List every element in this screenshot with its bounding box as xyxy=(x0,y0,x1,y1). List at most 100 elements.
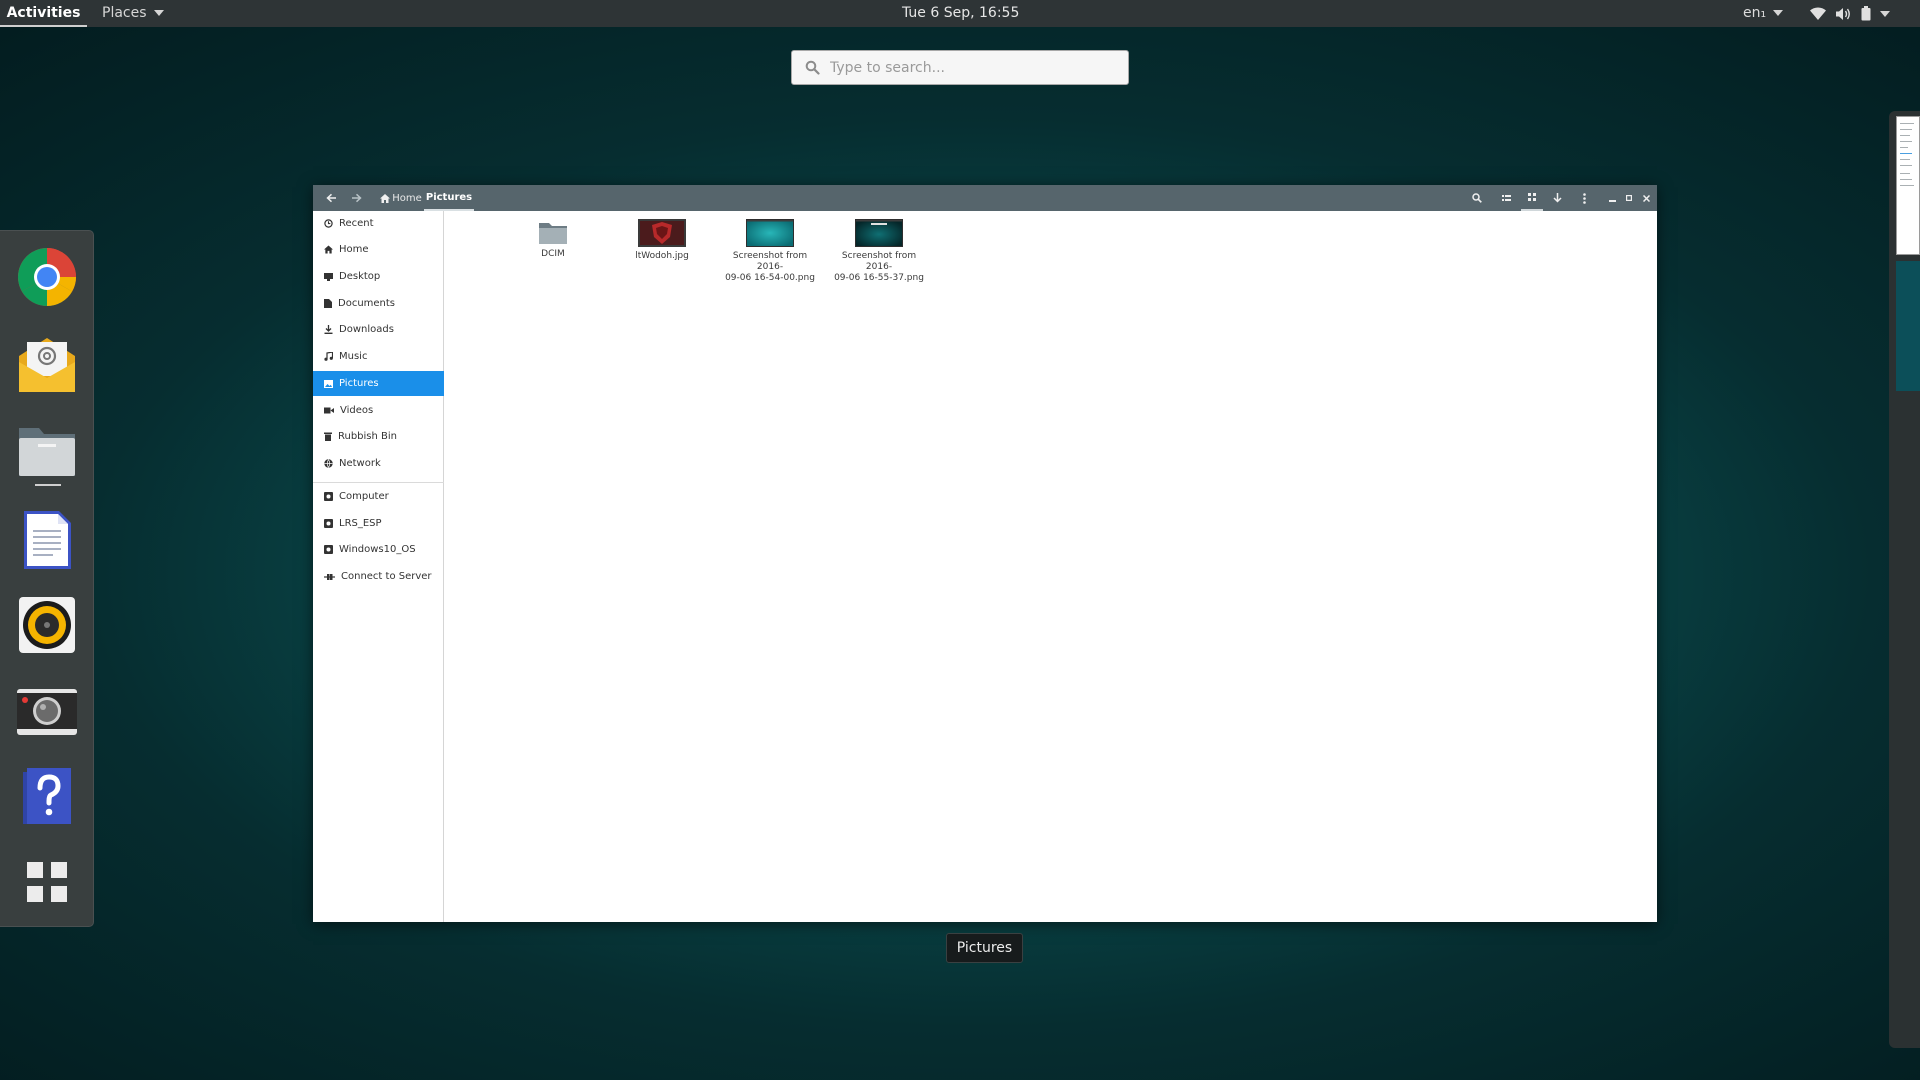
file-name-line1: Screenshot from 2016- xyxy=(732,251,808,272)
sort-button[interactable] xyxy=(1547,185,1567,211)
sidebar-item-rubbish-bin[interactable]: Rubbish Bin xyxy=(313,424,444,449)
app-grid-icon xyxy=(27,862,67,902)
places-sidebar: Recent Home Desktop Documents Downloads … xyxy=(313,211,444,922)
minimize-button[interactable] xyxy=(1605,185,1619,211)
system-tray[interactable] xyxy=(1810,0,1890,27)
picture-icon xyxy=(324,379,333,388)
sidebar-item-documents[interactable]: Documents xyxy=(313,291,444,316)
camera-icon xyxy=(17,689,77,735)
battery-icon xyxy=(1861,6,1871,21)
dash-app-writer[interactable] xyxy=(15,508,79,572)
file-item-screenshot-2[interactable]: Screenshot from 2016- 09-06 16-55-37.png xyxy=(829,219,929,284)
mail-icon xyxy=(19,338,75,392)
file-item-screenshot-1[interactable]: Screenshot from 2016- 09-06 16-54-00.png xyxy=(720,219,820,284)
download-icon xyxy=(324,325,333,334)
chevron-down-icon xyxy=(153,10,164,16)
file-name-line1: DCIM xyxy=(541,249,565,259)
maximize-button[interactable] xyxy=(1622,185,1636,211)
workspace-switcher xyxy=(1889,111,1920,1048)
files-icon xyxy=(19,428,75,476)
back-button[interactable] xyxy=(321,185,341,211)
sidebar-item-downloads[interactable]: Downloads xyxy=(313,317,444,342)
connect-server-icon xyxy=(324,573,335,580)
search-box[interactable] xyxy=(791,50,1129,85)
sidebar-item-music[interactable]: Music xyxy=(313,344,444,369)
arrow-right-icon xyxy=(351,193,362,203)
sidebar-item-pictures[interactable]: Pictures xyxy=(313,371,444,396)
file-item-dcim[interactable]: DCIM xyxy=(503,219,603,260)
chevron-down-icon xyxy=(1773,10,1784,16)
sidebar-item-label: Network xyxy=(339,458,381,469)
close-button[interactable] xyxy=(1639,185,1653,211)
sidebar-item-network[interactable]: Network xyxy=(313,451,444,476)
breadcrumb-home[interactable]: Home xyxy=(379,185,423,211)
search-icon xyxy=(805,60,820,75)
grid-view-icon xyxy=(1528,193,1536,201)
workspace-thumbnail-empty[interactable] xyxy=(1896,261,1920,391)
sidebar-item-label: Documents xyxy=(338,298,396,309)
music-player-icon xyxy=(19,597,75,653)
sidebar-item-recent[interactable]: Recent xyxy=(313,211,444,236)
menu-button[interactable] xyxy=(1577,185,1591,211)
dash-app-help[interactable] xyxy=(15,764,79,828)
drive-icon xyxy=(324,492,333,501)
volume-icon xyxy=(1836,7,1850,20)
file-name-line2: 09-06 16-54-00.png xyxy=(725,273,815,283)
sidebar-item-computer[interactable]: Computer xyxy=(313,484,444,509)
minimize-icon xyxy=(1608,199,1616,202)
dash-app-mail[interactable] xyxy=(15,332,79,396)
search-icon xyxy=(1472,193,1482,203)
breadcrumb-current[interactable]: Pictures xyxy=(424,185,474,211)
maximize-icon xyxy=(1626,195,1632,201)
list-view-button[interactable] xyxy=(1496,185,1516,211)
image-thumbnail-icon xyxy=(638,219,686,247)
sidebar-item-connect-to-server[interactable]: Connect to Server xyxy=(313,564,444,589)
search-input[interactable] xyxy=(830,55,1120,81)
forward-button[interactable] xyxy=(346,185,366,211)
file-manager-window[interactable]: Home Pictures Recent Home Desktop Docume… xyxy=(313,185,1657,922)
dash xyxy=(0,230,94,927)
language-indicator[interactable]: en₁ xyxy=(1743,0,1784,26)
sidebar-item-label: Desktop xyxy=(339,271,381,282)
breadcrumb-home-label: Home xyxy=(392,192,422,204)
clock[interactable]: Tue 6 Sep, 16:55 xyxy=(902,0,1019,26)
document-icon xyxy=(324,299,332,308)
arrow-left-icon xyxy=(325,193,336,203)
dash-app-files[interactable] xyxy=(15,418,79,482)
places-menu[interactable]: Places xyxy=(102,0,164,27)
wifi-icon xyxy=(1810,7,1826,20)
image-thumbnail-icon xyxy=(855,219,903,247)
sidebar-item-videos[interactable]: Videos xyxy=(313,398,444,423)
sidebar-item-label: Rubbish Bin xyxy=(338,431,398,442)
file-name-line1: Screenshot from 2016- xyxy=(841,251,917,272)
sidebar-separator xyxy=(313,482,444,483)
sidebar-item-home[interactable]: Home xyxy=(313,237,444,262)
sidebar-item-label: Music xyxy=(339,351,368,362)
file-item-ltwodoh[interactable]: ltWodoh.jpg xyxy=(612,219,712,262)
sidebar-item-label: Connect to Server xyxy=(341,571,432,582)
activities-button[interactable]: Activities xyxy=(0,0,87,27)
language-label: en₁ xyxy=(1743,5,1767,21)
sidebar-item-windows10-os[interactable]: Windows10_OS xyxy=(313,537,444,562)
workspace-thumbnail[interactable] xyxy=(1896,116,1920,255)
file-name-line1: ltWodoh.jpg xyxy=(635,251,689,261)
dash-app-chrome[interactable] xyxy=(15,245,79,309)
search-button[interactable] xyxy=(1467,185,1487,211)
sidebar-item-label: Recent xyxy=(339,218,374,229)
sidebar-item-label: Home xyxy=(339,244,369,255)
arrow-down-icon xyxy=(1552,193,1562,203)
network-icon xyxy=(324,459,333,468)
close-icon xyxy=(1642,194,1650,202)
video-camera-icon xyxy=(324,407,334,414)
dash-app-music[interactable] xyxy=(15,593,79,657)
drive-icon xyxy=(324,519,333,528)
header-bar: Home Pictures xyxy=(313,185,1657,211)
dash-app-camera[interactable] xyxy=(15,679,79,743)
show-applications-button[interactable] xyxy=(15,850,79,914)
trash-icon xyxy=(324,432,332,441)
help-icon xyxy=(23,768,71,824)
sidebar-item-lrs-esp[interactable]: LRS_ESP xyxy=(313,511,444,536)
clock-icon xyxy=(324,219,333,228)
sidebar-item-desktop[interactable]: Desktop xyxy=(313,264,444,289)
grid-view-button[interactable] xyxy=(1521,185,1543,211)
